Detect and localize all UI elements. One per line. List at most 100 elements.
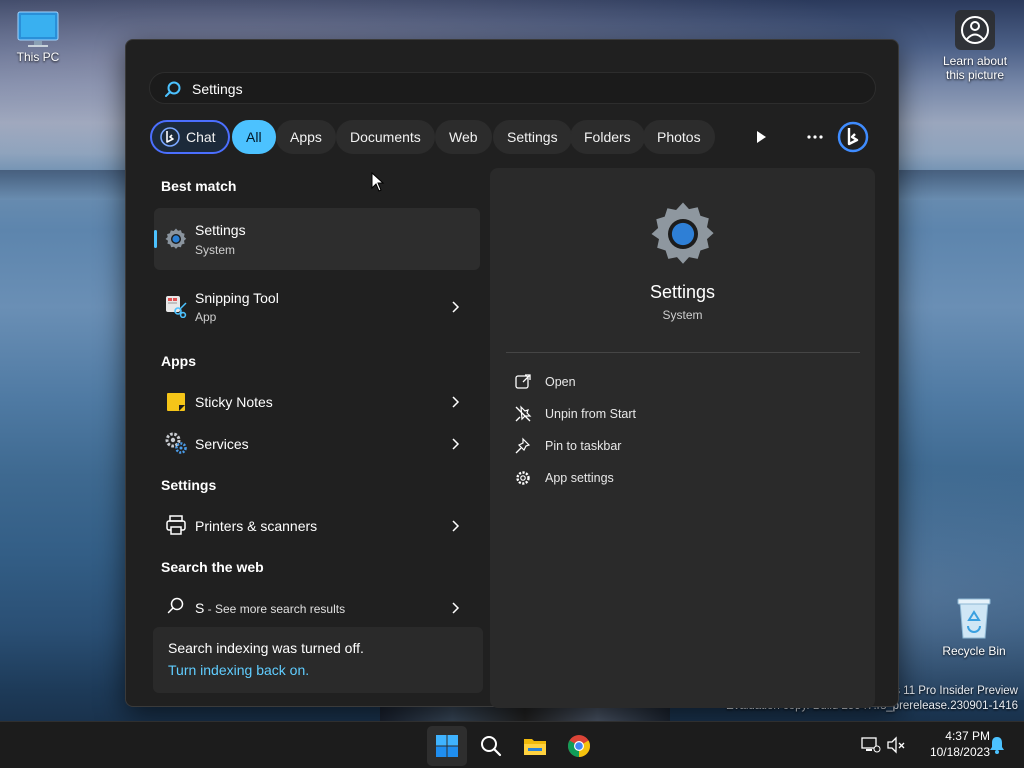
printer-icon — [166, 515, 186, 535]
settings-gear-icon — [165, 228, 187, 249]
snipping-tool-icon — [166, 296, 187, 318]
search-box[interactable] — [149, 72, 876, 104]
preview-divider — [506, 352, 860, 353]
turn-indexing-on-link[interactable]: Turn indexing back on. — [168, 662, 309, 678]
search-input[interactable] — [192, 78, 852, 100]
desktop-icon-this-pc[interactable]: This PC — [2, 8, 74, 64]
chevron-right-icon — [452, 438, 460, 450]
search-icon — [481, 736, 502, 757]
desktop-icon-learn-about-picture[interactable]: Learn about this picture — [934, 10, 1016, 82]
result-snipping-subtitle: App — [195, 310, 217, 324]
taskbar: 4:37 PM 10/18/2023 — [0, 721, 1024, 768]
action-unpin-from-start[interactable]: Unpin from Start — [514, 402, 834, 426]
ellipsis-icon — [807, 135, 823, 139]
bing-logo-icon — [837, 121, 869, 153]
settings-heading: Settings — [161, 477, 217, 493]
camera-circle-icon — [955, 10, 995, 50]
pin-icon — [515, 437, 531, 454]
filter-folders-label: Folders — [584, 129, 631, 145]
result-settings-subtitle: System — [195, 243, 236, 257]
this-pc-label: This PC — [16, 50, 60, 64]
search-panel: Chat All Apps Documents Web Settings Fol… — [125, 39, 899, 708]
filter-settings-label: Settings — [507, 129, 558, 145]
result-settings-title: Settings — [195, 222, 246, 238]
learn-label-line2: this picture — [945, 68, 1005, 82]
chevron-right-icon — [452, 520, 460, 532]
result-printers-title: Printers & scanners — [195, 518, 318, 534]
filter-folders[interactable]: Folders — [570, 120, 645, 154]
filter-chat[interactable]: Chat — [150, 120, 230, 154]
web-search-icon — [167, 597, 184, 614]
more-options-button[interactable] — [798, 120, 832, 154]
filter-web[interactable]: Web — [435, 120, 492, 154]
action-pin-to-taskbar[interactable]: Pin to taskbar — [514, 434, 834, 458]
filter-apps-label: Apps — [290, 129, 322, 145]
action-pin-label: Pin to taskbar — [545, 439, 622, 453]
notification-bell-icon[interactable] — [986, 734, 1008, 756]
desktop-icon-recycle-bin[interactable]: Recycle Bin — [938, 596, 1010, 658]
file-explorer-button[interactable] — [515, 726, 555, 766]
volume-muted-icon[interactable] — [885, 734, 907, 756]
search-icon — [165, 81, 181, 97]
preview-pane: Settings System Open Unpin from Start Pi… — [490, 168, 875, 708]
settings-app-icon — [651, 202, 714, 264]
filter-web-label: Web — [449, 129, 478, 145]
mouse-cursor-icon — [371, 172, 385, 192]
web-suffix: - See more search results — [204, 602, 346, 616]
web-query: S — [195, 600, 205, 616]
preview-title: Settings — [649, 282, 716, 302]
system-clock[interactable]: 4:37 PM 10/18/2023 — [910, 728, 990, 760]
action-open-label: Open — [545, 375, 576, 389]
open-external-icon — [515, 374, 531, 389]
result-services[interactable]: Services — [154, 422, 480, 464]
result-web-search[interactable]: S - See more search results — [154, 586, 480, 628]
clock-date: 10/18/2023 — [929, 745, 990, 759]
learn-label-line1: Learn about — [942, 54, 1008, 68]
filter-settings[interactable]: Settings — [493, 120, 572, 154]
filter-all-label: All — [246, 129, 262, 145]
chevron-right-icon — [452, 602, 460, 614]
sticky-notes-icon — [167, 393, 185, 411]
selection-indicator — [154, 230, 157, 248]
chevron-right-icon — [452, 396, 460, 408]
bing-icon — [160, 127, 180, 147]
chrome-button[interactable] — [559, 726, 599, 766]
result-snipping-tool[interactable]: Snipping Tool App — [154, 278, 480, 334]
recycle-bin-label: Recycle Bin — [942, 644, 1006, 658]
play-icon — [757, 131, 766, 143]
windows-logo-icon — [436, 735, 458, 757]
start-button[interactable] — [427, 726, 467, 766]
preview-subtitle: System — [662, 308, 703, 322]
recycle-bin-icon — [957, 598, 991, 639]
filter-chat-label: Chat — [186, 129, 216, 145]
gear-icon — [516, 471, 530, 485]
filter-documents[interactable]: Documents — [336, 120, 435, 154]
filter-photos-label: Photos — [657, 129, 701, 145]
result-web-title: S - See more search results — [195, 600, 345, 616]
monitor-icon — [17, 11, 59, 47]
folder-icon — [524, 739, 546, 755]
filter-apps[interactable]: Apps — [276, 120, 336, 154]
filter-all[interactable]: All — [232, 120, 276, 154]
apps-heading: Apps — [161, 353, 196, 369]
filter-photos[interactable]: Photos — [643, 120, 715, 154]
bing-chat-button[interactable] — [836, 120, 870, 154]
action-app-settings-label: App settings — [545, 471, 614, 485]
result-settings[interactable]: Settings System — [154, 208, 480, 270]
search-web-heading: Search the web — [161, 559, 264, 575]
network-icon[interactable] — [860, 734, 882, 756]
chrome-icon — [568, 735, 590, 757]
best-match-heading: Best match — [161, 178, 237, 194]
action-app-settings[interactable]: App settings — [514, 466, 834, 490]
result-sticky-notes[interactable]: Sticky Notes — [154, 380, 480, 422]
chevron-right-icon — [452, 301, 460, 313]
services-gears-icon — [165, 432, 187, 454]
more-filters-button[interactable] — [744, 120, 778, 154]
taskbar-search-button[interactable] — [471, 726, 511, 766]
result-printers-scanners[interactable]: Printers & scanners — [154, 504, 480, 546]
result-services-title: Services — [195, 436, 249, 452]
action-unpin-label: Unpin from Start — [545, 407, 637, 421]
action-open[interactable]: Open — [514, 370, 834, 394]
result-sticky-notes-title: Sticky Notes — [195, 394, 273, 410]
filter-documents-label: Documents — [350, 129, 421, 145]
